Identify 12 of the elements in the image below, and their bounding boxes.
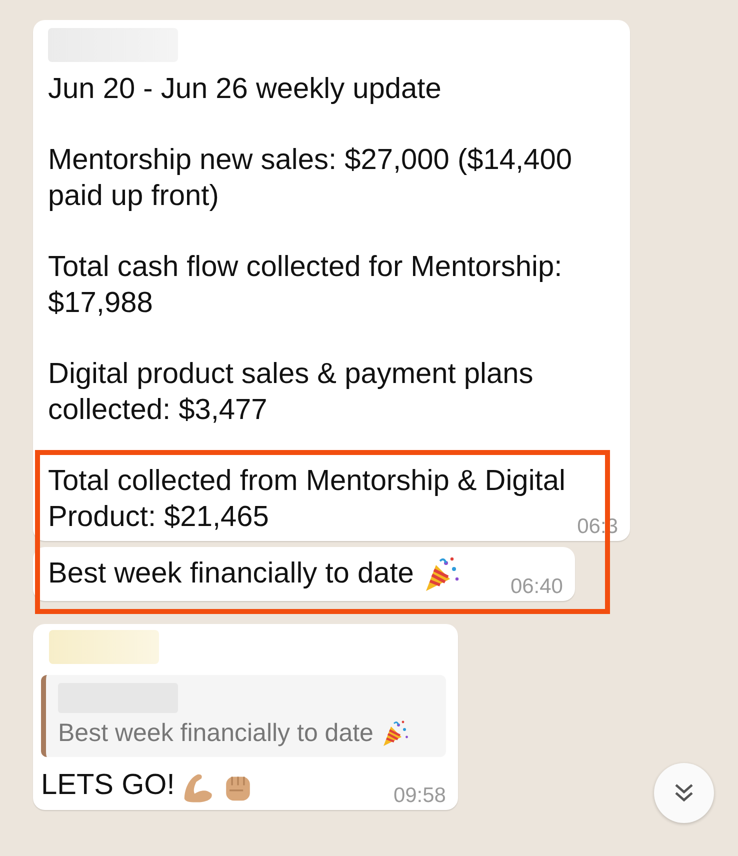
message-text: Best week financially to date xyxy=(48,555,460,595)
message-time: 06:40 xyxy=(510,575,563,599)
quoted-text: Best week financially to date xyxy=(58,719,436,750)
message-text: LETS GO! xyxy=(41,767,255,804)
message-text: Total collected from Mentorship & Digital Product: $21,465 xyxy=(48,464,566,535)
message-time: 09:58 xyxy=(393,784,446,808)
message-text: Mentorship new sales: $27,000 ($14,400 paid up front) xyxy=(48,143,573,214)
message-text: Jun 20 - Jun 26 weekly update xyxy=(48,72,442,107)
quoted-message[interactable]: Best week financially to date xyxy=(41,675,446,758)
message-text: Total cash flow collected for Mentorship: $17,988 xyxy=(48,250,564,321)
message-text: Digital product sales & payment plans collected: $3,477 xyxy=(48,357,534,428)
scroll-down-button[interactable] xyxy=(654,763,714,823)
